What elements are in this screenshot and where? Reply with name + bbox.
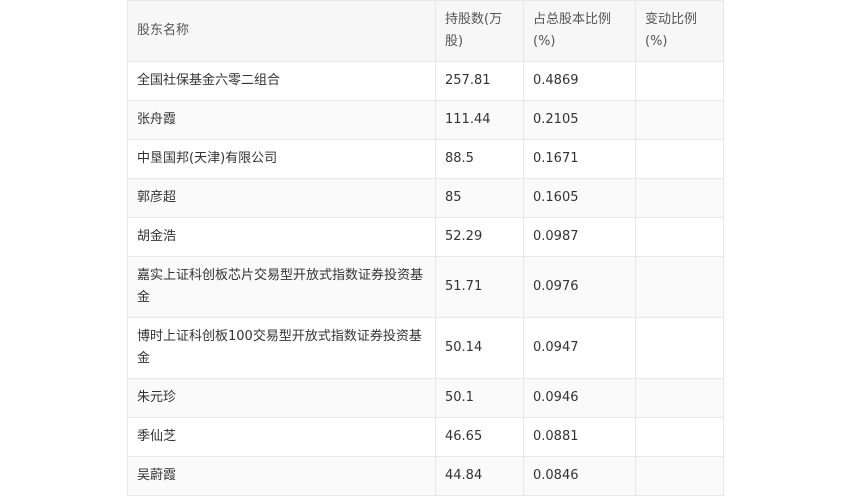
cell-change-ratio bbox=[635, 417, 724, 457]
table-row: 嘉实上证科创板芯片交易型开放式指数证券投资基金 51.71 0.0976 bbox=[127, 256, 724, 318]
cell-shares: 88.5 bbox=[435, 139, 524, 179]
cell-shares: 257.81 bbox=[435, 61, 524, 101]
cell-change-ratio bbox=[635, 61, 724, 101]
cell-share-ratio: 0.0846 bbox=[523, 456, 636, 496]
cell-change-ratio bbox=[635, 256, 724, 318]
cell-change-ratio bbox=[635, 178, 724, 218]
cell-shares: 50.14 bbox=[435, 317, 524, 379]
cell-share-ratio: 0.2105 bbox=[523, 100, 636, 140]
table-row: 中垦国邦(天津)有限公司 88.5 0.1671 bbox=[127, 139, 724, 179]
cell-shares: 46.65 bbox=[435, 417, 524, 457]
cell-shareholder-name: 博时上证科创板100交易型开放式指数证券投资基金 bbox=[127, 317, 436, 379]
table-row: 全国社保基金六零二组合 257.81 0.4869 bbox=[127, 61, 724, 101]
table-row: 朱元珍 50.1 0.0946 bbox=[127, 378, 724, 418]
cell-shareholder-name: 朱元珍 bbox=[127, 378, 436, 418]
cell-share-ratio: 0.0881 bbox=[523, 417, 636, 457]
cell-shareholder-name: 吴蔚霞 bbox=[127, 456, 436, 496]
cell-shares: 52.29 bbox=[435, 217, 524, 257]
table-row: 吴蔚霞 44.84 0.0846 bbox=[127, 456, 724, 496]
cell-shareholder-name: 郭彦超 bbox=[127, 178, 436, 218]
cell-shareholder-name: 张舟霞 bbox=[127, 100, 436, 140]
cell-share-ratio: 0.4869 bbox=[523, 61, 636, 101]
header-shareholder-name: 股东名称 bbox=[127, 0, 436, 62]
cell-shares: 50.1 bbox=[435, 378, 524, 418]
cell-shareholder-name: 季仙芝 bbox=[127, 417, 436, 457]
cell-change-ratio bbox=[635, 217, 724, 257]
table-header-row: 股东名称 持股数(万股) 占总股本比例(%) 变动比例(%) bbox=[127, 0, 724, 62]
cell-shareholder-name: 胡金浩 bbox=[127, 217, 436, 257]
cell-share-ratio: 0.0947 bbox=[523, 317, 636, 379]
cell-shares: 111.44 bbox=[435, 100, 524, 140]
cell-shares: 44.84 bbox=[435, 456, 524, 496]
cell-change-ratio bbox=[635, 317, 724, 379]
cell-share-ratio: 0.0946 bbox=[523, 378, 636, 418]
cell-shares: 85 bbox=[435, 178, 524, 218]
table-row: 张舟霞 111.44 0.2105 bbox=[127, 100, 724, 140]
cell-change-ratio bbox=[635, 456, 724, 496]
cell-change-ratio bbox=[635, 139, 724, 179]
table-row: 胡金浩 52.29 0.0987 bbox=[127, 217, 724, 257]
cell-change-ratio bbox=[635, 100, 724, 140]
header-share-ratio: 占总股本比例(%) bbox=[523, 0, 636, 62]
cell-change-ratio bbox=[635, 378, 724, 418]
shareholder-table: 股东名称 持股数(万股) 占总股本比例(%) 变动比例(%) 全国社保基金六零二… bbox=[127, 0, 724, 496]
cell-shareholder-name: 嘉实上证科创板芯片交易型开放式指数证券投资基金 bbox=[127, 256, 436, 318]
cell-share-ratio: 0.1605 bbox=[523, 178, 636, 218]
cell-share-ratio: 0.0976 bbox=[523, 256, 636, 318]
cell-shareholder-name: 全国社保基金六零二组合 bbox=[127, 61, 436, 101]
shareholder-table-container: 股东名称 持股数(万股) 占总股本比例(%) 变动比例(%) 全国社保基金六零二… bbox=[127, 0, 724, 496]
header-change-ratio: 变动比例(%) bbox=[635, 0, 724, 62]
table-row: 博时上证科创板100交易型开放式指数证券投资基金 50.14 0.0947 bbox=[127, 317, 724, 379]
table-row: 郭彦超 85 0.1605 bbox=[127, 178, 724, 218]
cell-share-ratio: 0.0987 bbox=[523, 217, 636, 257]
header-shares: 持股数(万股) bbox=[435, 0, 524, 62]
cell-shareholder-name: 中垦国邦(天津)有限公司 bbox=[127, 139, 436, 179]
cell-shares: 51.71 bbox=[435, 256, 524, 318]
table-row: 季仙芝 46.65 0.0881 bbox=[127, 417, 724, 457]
cell-share-ratio: 0.1671 bbox=[523, 139, 636, 179]
